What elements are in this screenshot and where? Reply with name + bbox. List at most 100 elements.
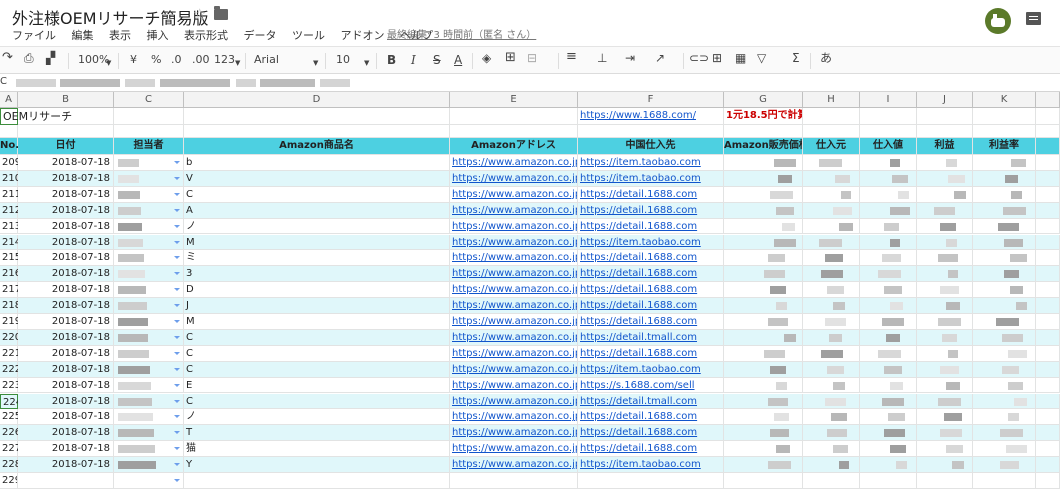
product-name-cell[interactable]: V [184,170,450,187]
cell[interactable] [917,155,973,171]
assignee-cell[interactable] [114,282,184,299]
supplier-url-cell[interactable]: https://item.taobao.com [578,170,724,187]
dropdown-arrow-icon[interactable] [174,479,180,482]
row-number-cell[interactable]: 220 [0,329,21,346]
cell[interactable] [803,170,860,187]
cell[interactable] [860,457,917,473]
product-name-cell[interactable]: A [184,202,450,219]
date-cell[interactable]: 2018-07-18 [18,457,114,473]
cell[interactable] [860,186,917,203]
cell[interactable] [973,282,1036,299]
dropdown-arrow-icon[interactable] [174,240,180,244]
cell[interactable] [450,125,578,138]
date-cell[interactable]: 2018-07-18 [18,441,114,458]
cell[interactable] [1036,170,1060,187]
cell[interactable] [917,393,973,410]
product-name-cell[interactable]: ミ [184,250,450,267]
cell[interactable] [803,377,860,394]
dropdown-arrow-icon[interactable] [174,335,180,339]
cell[interactable] [803,108,860,125]
assignee-cell[interactable] [114,393,184,410]
product-name-cell[interactable]: D [184,282,450,299]
column-header[interactable]: F [578,92,724,108]
cell[interactable] [724,186,803,203]
column-header[interactable]: D [184,92,450,108]
cell[interactable] [973,345,1036,362]
amazon-url-cell[interactable]: https://www.amazon.co.jp/Qc [450,186,578,203]
column-header[interactable]: J [917,92,973,108]
assignee-cell[interactable] [114,441,184,458]
dropdown-arrow-icon[interactable] [174,161,180,164]
amazon-url-cell[interactable]: https://www.amazon.co.jp/My [450,314,578,330]
cell[interactable] [803,218,860,235]
last-edit-link[interactable]: 最終編集: 3 時間前（匿名 さん） [387,26,536,41]
product-name-cell[interactable]: T [184,425,450,442]
product-name-cell[interactable]: C [184,361,450,378]
cell[interactable] [860,250,917,267]
cell[interactable] [973,108,1036,125]
print-icon[interactable]: ⎙ [24,51,34,65]
cell[interactable] [1036,155,1060,171]
cell[interactable] [917,425,973,442]
cell[interactable] [973,393,1036,410]
dropdown-arrow-icon[interactable] [174,351,180,355]
product-name-cell[interactable]: 猫 [184,441,450,458]
row-number-cell[interactable]: 228 [0,457,21,473]
cell[interactable] [973,202,1036,219]
cell[interactable] [860,345,917,362]
supplier-url-cell[interactable]: https://detail.1688.com [578,345,724,362]
supplier-url-cell[interactable]: https://detail.tmall.com [578,393,724,410]
cell[interactable] [917,266,973,283]
avatar[interactable] [985,8,1011,34]
cell[interactable] [803,282,860,299]
column-header[interactable]: B [18,92,114,108]
cell[interactable] [803,298,860,314]
date-cell[interactable]: 2018-07-18 [18,298,114,314]
amazon-url-cell[interactable]: https://www.amazon.co.jp/3M [450,266,578,283]
cell[interactable] [1036,393,1060,410]
italic-button[interactable]: I [411,53,416,67]
document-title[interactable]: 外注様OEMリサーチ簡易版 [12,5,209,29]
product-name-cell[interactable]: M [184,234,450,251]
column-header[interactable]: G [724,92,803,108]
amazon-url-cell[interactable]: https://www.amazon.co.jp/exe [450,170,578,187]
cell[interactable] [803,441,860,458]
product-name-cell[interactable]: ノ [184,409,450,426]
cell[interactable] [724,473,803,489]
dropdown-arrow-icon[interactable] [174,367,180,371]
cell[interactable] [184,473,450,489]
cell[interactable] [803,266,860,283]
supplier-url-cell[interactable]: https://detail.1688.com [578,218,724,235]
font-select[interactable]: Arial [254,53,279,67]
row-number-cell[interactable]: 217 [0,282,21,299]
cell[interactable] [184,125,450,138]
cell[interactable] [724,266,803,283]
cell[interactable] [973,125,1036,138]
row-number-cell[interactable]: 225 [0,409,21,426]
cell[interactable] [973,457,1036,473]
cell[interactable] [724,298,803,314]
product-name-cell[interactable]: C [184,329,450,346]
cell[interactable] [1036,329,1060,346]
fill-color-icon[interactable]: ◈ [482,51,491,65]
cell[interactable] [1036,314,1060,330]
folder-icon[interactable] [214,6,228,20]
cell[interactable] [803,202,860,219]
assignee-cell[interactable] [114,266,184,283]
amazon-url-cell[interactable]: https://www.amazon.co.jp/Or [450,329,578,346]
assignee-cell[interactable] [114,425,184,442]
cell[interactable] [860,314,917,330]
assignee-cell[interactable] [114,298,184,314]
cell[interactable] [917,457,973,473]
supplier-url-cell[interactable]: https://detail.1688.com [578,186,724,203]
cell[interactable] [724,425,803,442]
bold-button[interactable]: B [387,53,396,67]
paint-format-icon[interactable]: ▞ [46,51,55,65]
date-cell[interactable]: 2018-07-18 [18,202,114,219]
cell[interactable] [1036,186,1060,203]
cell[interactable] [1036,409,1060,426]
row-number-cell[interactable]: 209 [0,155,21,171]
assignee-cell[interactable] [114,250,184,267]
amazon-url-cell[interactable]: https://www.amazon.co.jp/%E [450,298,578,314]
cell[interactable] [917,108,973,125]
